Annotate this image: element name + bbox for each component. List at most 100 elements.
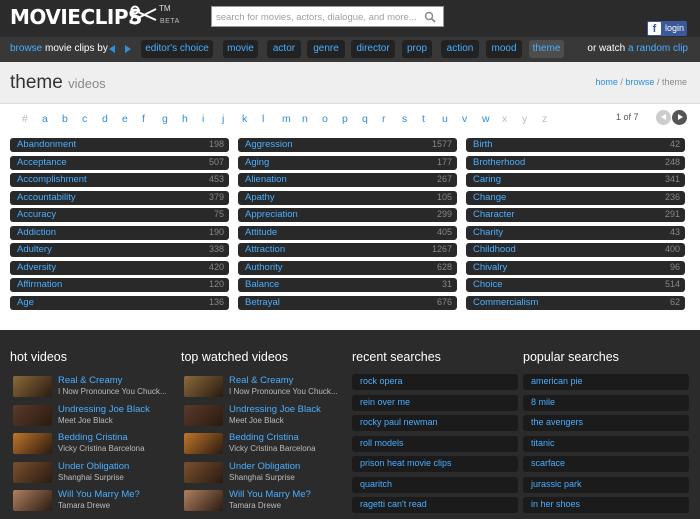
- video-thumbnail[interactable]: [13, 433, 52, 454]
- alpha-letter[interactable]: h: [182, 113, 188, 125]
- search-term-item[interactable]: roll models: [352, 435, 518, 452]
- alpha-letter[interactable]: l: [262, 113, 264, 125]
- theme-item[interactable]: Accuracy 75: [10, 208, 229, 222]
- video-title[interactable]: Will You Marry Me?: [58, 489, 140, 500]
- nav-tab-genre[interactable]: genre: [307, 40, 345, 58]
- alpha-letter[interactable]: b: [62, 113, 68, 125]
- theme-item[interactable]: Adversity 420: [10, 260, 229, 275]
- search-term-item[interactable]: rocky paul newman: [352, 415, 518, 431]
- search-term-item[interactable]: prison heat movie clips: [352, 456, 518, 472]
- video-thumbnail[interactable]: [184, 433, 223, 454]
- alpha-letter[interactable]: f: [142, 113, 145, 125]
- video-thumbnail[interactable]: [184, 404, 223, 426]
- video-thumbnail[interactable]: [13, 376, 52, 397]
- nav-tab-director[interactable]: director: [351, 40, 395, 58]
- alpha-letter[interactable]: d: [102, 113, 108, 125]
- alpha-letter[interactable]: m: [282, 113, 291, 125]
- alpha-letter[interactable]: t: [422, 113, 425, 125]
- video-title[interactable]: Bedding Cristina: [229, 432, 299, 443]
- video-title[interactable]: Real & Creamy: [58, 375, 122, 386]
- prev-page-icon[interactable]: [656, 110, 671, 125]
- video-item[interactable]: Undressing Joe Black Meet Joe Black: [10, 403, 176, 432]
- theme-item[interactable]: Acceptance 507: [10, 155, 229, 170]
- alpha-letter[interactable]: k: [242, 113, 247, 125]
- theme-item[interactable]: Change 236: [466, 190, 685, 205]
- video-item[interactable]: Bedding Cristina Vicky Cristina Barcelona: [10, 431, 176, 460]
- alpha-letter[interactable]: r: [382, 113, 386, 125]
- alpha-letter[interactable]: j: [222, 113, 224, 125]
- video-item[interactable]: Under Obligation Shanghai Surprise: [10, 460, 176, 489]
- video-thumbnail[interactable]: [13, 490, 52, 511]
- alpha-letter[interactable]: i: [202, 113, 204, 125]
- theme-item[interactable]: Birth 42: [466, 138, 685, 152]
- alpha-letter[interactable]: o: [322, 113, 328, 125]
- next-page-icon[interactable]: [672, 110, 687, 125]
- nav-next-arrow-icon[interactable]: [125, 45, 131, 53]
- theme-item[interactable]: Character 291: [466, 208, 685, 222]
- search-icon[interactable]: [424, 11, 436, 23]
- video-title[interactable]: Undressing Joe Black: [229, 404, 321, 415]
- search-term-item[interactable]: quaritch: [352, 476, 518, 493]
- search-term-item[interactable]: jurassic park: [523, 476, 689, 493]
- video-item[interactable]: Bedding Cristina Vicky Cristina Barcelona: [181, 431, 347, 460]
- alpha-letter[interactable]: g: [162, 113, 168, 125]
- alpha-letter[interactable]: p: [342, 113, 348, 125]
- video-item[interactable]: Under Obligation Shanghai Surprise: [181, 460, 347, 489]
- search-term-item[interactable]: in her shoes: [523, 497, 689, 513]
- video-item[interactable]: Will You Marry Me? Tamara Drewe: [181, 488, 347, 517]
- theme-item[interactable]: Betrayal 676: [238, 295, 457, 310]
- theme-item[interactable]: Authority 628: [238, 260, 457, 275]
- nav-tab-actor[interactable]: actor: [267, 40, 301, 58]
- nav-tab-movie[interactable]: movie: [223, 40, 258, 58]
- theme-item[interactable]: Age 136: [10, 295, 229, 310]
- video-title[interactable]: Undressing Joe Black: [58, 404, 150, 415]
- video-thumbnail[interactable]: [13, 461, 52, 483]
- video-item[interactable]: Will You Marry Me? Tamara Drewe: [10, 488, 176, 517]
- theme-item[interactable]: Aggression 1577: [238, 138, 457, 152]
- facebook-login-button[interactable]: f login: [647, 21, 687, 36]
- theme-item[interactable]: Commercialism 62: [466, 295, 685, 310]
- nav-tab-editor-s-choice[interactable]: editor's choice: [141, 40, 213, 58]
- nav-prev-arrow-icon[interactable]: [109, 45, 115, 53]
- theme-item[interactable]: Appreciation 299: [238, 208, 457, 222]
- video-title[interactable]: Real & Creamy: [229, 375, 293, 386]
- video-item[interactable]: Undressing Joe Black Meet Joe Black: [181, 403, 347, 432]
- alpha-letter[interactable]: u: [442, 113, 448, 125]
- nav-tab-prop[interactable]: prop: [402, 40, 432, 58]
- video-item[interactable]: Real & Creamy I Now Pronounce You Chuck..…: [10, 374, 176, 403]
- random-clip-link[interactable]: a random clip: [628, 43, 688, 54]
- theme-item[interactable]: Affirmation 120: [10, 278, 229, 292]
- video-thumbnail[interactable]: [184, 376, 223, 397]
- theme-item[interactable]: Abandonment 198: [10, 138, 229, 152]
- theme-item[interactable]: Brotherhood 248: [466, 155, 685, 170]
- video-title[interactable]: Under Obligation: [229, 461, 300, 472]
- theme-item[interactable]: Accountability 379: [10, 190, 229, 205]
- alpha-letter[interactable]: n: [302, 113, 308, 125]
- search-input[interactable]: [216, 9, 421, 25]
- alpha-letter[interactable]: e: [122, 113, 128, 125]
- alpha-letter[interactable]: c: [82, 113, 87, 125]
- theme-item[interactable]: Choice 514: [466, 278, 685, 292]
- alpha-letter[interactable]: s: [402, 113, 407, 125]
- theme-item[interactable]: Adultery 338: [10, 243, 229, 257]
- video-title[interactable]: Will You Marry Me?: [229, 489, 311, 500]
- search-term-item[interactable]: 8 mile: [523, 394, 689, 411]
- video-item[interactable]: Real & Creamy I Now Pronounce You Chuck..…: [181, 374, 347, 403]
- theme-item[interactable]: Caring 341: [466, 173, 685, 187]
- video-title[interactable]: Bedding Cristina: [58, 432, 128, 443]
- video-thumbnail[interactable]: [13, 404, 52, 426]
- alpha-letter[interactable]: w: [482, 113, 490, 125]
- video-thumbnail[interactable]: [184, 490, 223, 511]
- alpha-letter[interactable]: v: [462, 113, 467, 125]
- search-term-item[interactable]: american pie: [523, 374, 689, 390]
- theme-item[interactable]: Aging 177: [238, 155, 457, 170]
- search-term-item[interactable]: scarface: [523, 456, 689, 472]
- alpha-letter[interactable]: a: [42, 113, 48, 125]
- theme-item[interactable]: Apathy 105: [238, 190, 457, 205]
- breadcrumb-home[interactable]: home: [595, 77, 618, 87]
- theme-item[interactable]: Accomplishment 453: [10, 173, 229, 187]
- breadcrumb-browse[interactable]: browse: [625, 77, 654, 87]
- search-term-item[interactable]: rock opera: [352, 374, 518, 390]
- alpha-letter[interactable]: q: [362, 113, 368, 125]
- theme-item[interactable]: Attraction 1267: [238, 243, 457, 257]
